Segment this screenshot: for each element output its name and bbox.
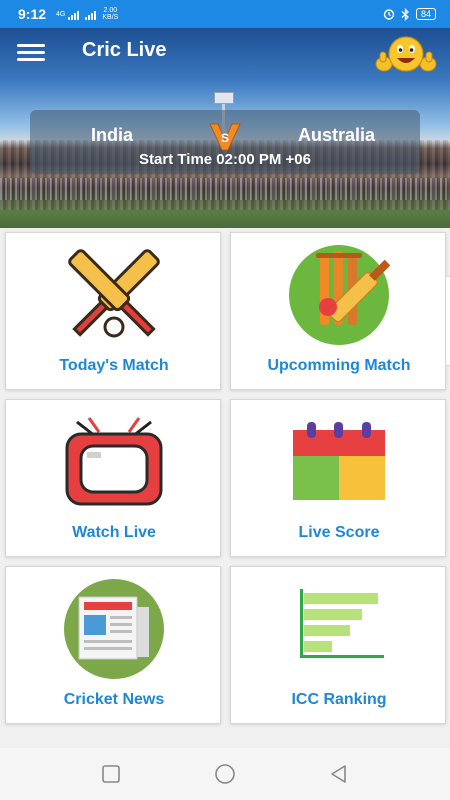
hamburger-menu-icon[interactable] xyxy=(17,44,45,62)
network-type: 4G xyxy=(56,10,66,18)
status-bar: 9:12 4G 2.00 KB/S 84 xyxy=(0,0,450,28)
calendar-icon xyxy=(293,422,385,500)
newspaper-icon xyxy=(64,579,164,679)
alarm-icon xyxy=(383,9,395,20)
team-b-name: Australia xyxy=(298,125,376,145)
crossed-bats-ball-icon xyxy=(68,249,160,338)
svg-text:S: S xyxy=(221,131,229,145)
menu-grid: Today's Match Upcomming Match Watch Live… xyxy=(0,228,450,748)
signal-icon xyxy=(68,10,80,20)
back-icon[interactable] xyxy=(327,762,351,786)
signal-icon-2 xyxy=(85,10,97,20)
live-score-tile[interactable]: Live Score xyxy=(230,399,446,557)
thumbs-up-smiley-icon[interactable] xyxy=(373,34,439,78)
home-icon[interactable] xyxy=(213,762,237,786)
vs-icon: S xyxy=(209,123,241,151)
data-speed-value: 2.00 xyxy=(103,7,118,14)
upcoming-match-label: Upcomming Match xyxy=(267,357,411,374)
icc-ranking-tile[interactable]: ICC Ranking xyxy=(230,566,446,724)
todays-match-label: Today's Match xyxy=(59,357,169,374)
icc-ranking-label: ICC Ranking xyxy=(291,691,387,708)
bar-chart-icon xyxy=(300,589,384,658)
match-card[interactable]: India S Australia Start Time 02:00 PM +0… xyxy=(30,110,420,174)
bat-stumps-ball-icon xyxy=(289,245,391,345)
live-score-label: Live Score xyxy=(298,524,380,541)
network-indicator: 4G 2.00 KB/S xyxy=(56,7,118,21)
status-time: 9:12 xyxy=(18,6,47,22)
watch-live-label: Watch Live xyxy=(72,524,156,541)
upcoming-match-tile[interactable]: Upcomming Match xyxy=(230,232,446,390)
recent-apps-icon[interactable] xyxy=(99,762,123,786)
bluetooth-icon xyxy=(401,7,409,21)
cricket-news-label: Cricket News xyxy=(63,691,165,708)
retro-tv-icon xyxy=(65,417,163,506)
navigation-bar xyxy=(0,748,450,800)
edge-peek xyxy=(445,276,450,366)
match-start-time: Start Time 02:00 PM +06 xyxy=(139,151,311,168)
cricket-news-tile[interactable]: Cricket News xyxy=(5,566,221,724)
stadium-stands-lower xyxy=(0,178,450,200)
data-speed: 2.00 KB/S xyxy=(102,7,118,21)
team-a-name: India xyxy=(91,125,134,145)
watch-live-tile[interactable]: Watch Live xyxy=(5,399,221,557)
data-speed-unit: KB/S xyxy=(102,14,119,21)
battery-indicator: 84 xyxy=(415,8,436,20)
app-title: Cric Live xyxy=(82,39,167,61)
todays-match-tile[interactable]: Today's Match xyxy=(5,232,221,390)
